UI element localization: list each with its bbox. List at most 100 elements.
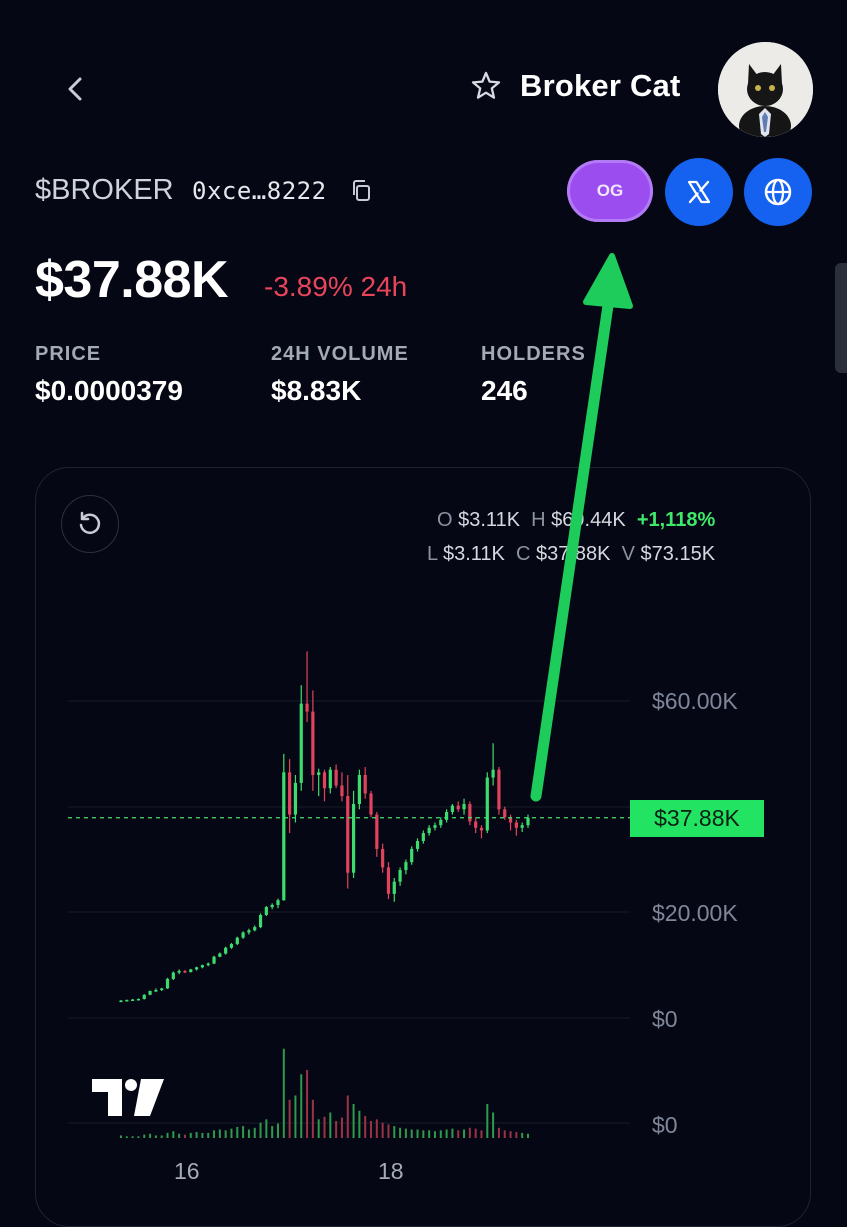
current-price-tag: $37.88K: [630, 800, 764, 837]
volume-bar: [329, 1112, 332, 1138]
candle: [160, 987, 164, 992]
volume-bar: [410, 1129, 413, 1138]
candle-body: [334, 769, 338, 786]
candle: [450, 804, 455, 815]
volume-bar: [480, 1130, 483, 1138]
candle: [485, 772, 489, 834]
candle-body: [241, 932, 245, 938]
volume-bar: [265, 1119, 268, 1138]
candle-body: [392, 881, 396, 894]
candle: [514, 819, 518, 836]
volume-bar: [294, 1095, 297, 1138]
candle-body: [293, 782, 298, 815]
x-tick-18: 18: [378, 1158, 404, 1184]
candle-body: [119, 1000, 123, 1003]
volume-bar: [300, 1074, 303, 1138]
candle-body: [381, 848, 385, 868]
volume-bar: [364, 1115, 367, 1138]
candle: [340, 772, 344, 802]
volume-bar: [340, 1117, 343, 1138]
volume-bar: [358, 1110, 361, 1138]
candle-body: [258, 914, 263, 928]
volume-bar: [137, 1136, 140, 1138]
candle-body: [427, 827, 431, 834]
tradingview-logo: [92, 1079, 164, 1116]
volume-bar: [242, 1126, 245, 1138]
volume-bar: [346, 1095, 349, 1138]
candle: [462, 798, 466, 815]
volume-bar: [201, 1132, 204, 1138]
price-chart[interactable]: [0, 0, 847, 1200]
candle-body: [445, 811, 449, 820]
candle: [404, 859, 408, 875]
volume-bar: [445, 1129, 448, 1138]
candle-body: [346, 796, 350, 873]
candle-body: [404, 862, 408, 871]
candle-body: [456, 805, 460, 810]
volume-bar: [486, 1104, 489, 1138]
volume-bar: [166, 1132, 169, 1138]
volume-bar: [416, 1129, 419, 1138]
candle: [317, 768, 321, 797]
candle-body: [282, 772, 286, 901]
candle-body: [375, 814, 379, 849]
candle: [154, 988, 158, 993]
candle: [369, 790, 373, 818]
candle: [171, 971, 175, 980]
candle: [282, 753, 286, 901]
candle-body: [363, 774, 367, 794]
volume-bar: [288, 1099, 291, 1138]
candle-body: [485, 777, 489, 831]
candle: [322, 769, 327, 802]
volume-bar: [131, 1136, 134, 1138]
candle: [398, 867, 402, 886]
volume-bar: [154, 1135, 157, 1138]
volume-bar: [247, 1129, 250, 1138]
candle-body: [288, 772, 292, 815]
candle-body: [357, 774, 361, 805]
volume-bar: [282, 1048, 285, 1138]
volume-bar: [404, 1128, 407, 1138]
candle-body: [514, 822, 518, 828]
candle-body: [142, 994, 146, 999]
volume-bar: [474, 1128, 477, 1138]
candle-body: [468, 804, 472, 822]
volume-bar: [230, 1128, 233, 1138]
candle: [479, 825, 484, 839]
candle: [427, 825, 431, 836]
candle-body: [200, 965, 204, 968]
candle: [200, 964, 204, 969]
candle-body: [194, 967, 199, 970]
candle-body: [328, 769, 332, 789]
candle: [264, 905, 268, 917]
candle: [293, 774, 298, 823]
candle: [206, 962, 210, 967]
candle: [497, 767, 501, 815]
candle-body: [491, 769, 495, 778]
candle-body: [224, 947, 228, 954]
volume-bar: [457, 1130, 460, 1138]
candle: [270, 903, 274, 910]
candle-body: [317, 772, 321, 775]
candle: [183, 969, 187, 974]
candle: [148, 990, 152, 996]
candle: [334, 764, 338, 789]
candle-body: [171, 972, 175, 979]
candle: [375, 811, 379, 857]
volume-bar: [323, 1116, 326, 1138]
candle-body: [474, 821, 478, 828]
candle: [258, 913, 263, 929]
candle: [212, 955, 216, 965]
candle-body: [131, 999, 135, 1002]
volume-bar: [224, 1130, 227, 1138]
volume-bar: [463, 1129, 466, 1138]
annotation-arrowhead: [583, 253, 633, 309]
candle-body: [479, 827, 484, 831]
volume-bar: [125, 1136, 128, 1138]
volume-bar: [259, 1122, 262, 1138]
volume-bar: [317, 1119, 320, 1138]
candle-body: [340, 785, 344, 797]
candle-body: [369, 793, 373, 815]
candle-body: [235, 937, 239, 945]
candle-body: [410, 848, 414, 863]
